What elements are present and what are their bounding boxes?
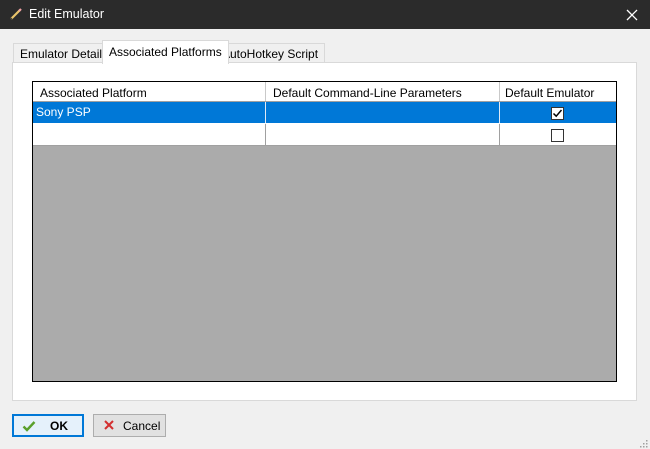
platform-cell[interactable]: Sony PSP	[33, 102, 266, 124]
cancel-button-label: Cancel	[123, 418, 161, 433]
parameters-cell[interactable]	[266, 124, 500, 146]
column-header-parameters[interactable]: Default Command-Line Parameters	[266, 82, 500, 101]
associated-platforms-panel: Associated Platform Default Command-Line…	[12, 62, 637, 401]
pencil-icon	[9, 7, 23, 21]
tab-associated-platforms[interactable]: Associated Platforms	[102, 40, 229, 64]
checkmark-icon	[22, 419, 36, 433]
ok-button[interactable]: OK	[12, 414, 84, 437]
tab-emulator-details[interactable]: Emulator Details	[13, 43, 116, 63]
cross-icon	[103, 419, 117, 433]
close-icon	[626, 9, 638, 20]
default-emulator-cell[interactable]	[500, 124, 616, 146]
grid-header: Associated Platform Default Command-Line…	[33, 82, 616, 102]
default-emulator-checkbox[interactable]	[551, 129, 564, 142]
resize-grip-icon[interactable]	[638, 437, 648, 448]
ok-button-label: OK	[50, 418, 68, 433]
table-row[interactable]	[33, 124, 616, 146]
default-emulator-cell[interactable]	[500, 102, 616, 124]
close-button[interactable]	[614, 0, 650, 29]
default-emulator-checkbox[interactable]	[551, 107, 564, 120]
checkmark-icon	[552, 109, 563, 118]
tab-autohotkey-script[interactable]: AutoHotkey Script	[215, 43, 326, 63]
title-bar: Edit Emulator	[0, 0, 650, 29]
column-header-platform[interactable]: Associated Platform	[33, 82, 266, 101]
cancel-button[interactable]: Cancel	[93, 414, 166, 437]
platforms-grid[interactable]: Associated Platform Default Command-Line…	[32, 81, 617, 382]
column-header-default-emulator[interactable]: Default Emulator	[500, 82, 616, 101]
platform-cell[interactable]	[33, 124, 266, 146]
table-row[interactable]: Sony PSP	[33, 102, 616, 124]
window-title: Edit Emulator	[29, 7, 105, 21]
parameters-cell[interactable]	[266, 102, 500, 124]
